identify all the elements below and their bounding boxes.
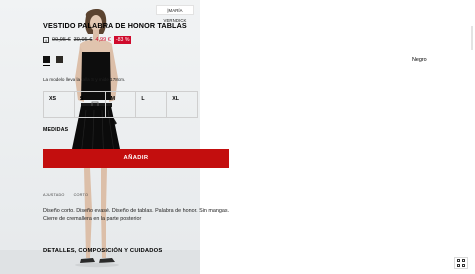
measures-link[interactable]: MEDIDAS [43,127,68,133]
grid-view-icon[interactable] [454,257,468,269]
color-swatch-black[interactable] [43,56,50,63]
old-price: 99,95 € [52,36,71,43]
brand-tag[interactable]: |MARÍA VERNDICK [156,5,194,23]
grid-cell [457,263,461,267]
discount-badge: -83 % [113,35,132,44]
size-option-m[interactable]: M [106,92,137,117]
fit-attribute: AJUSTADO [43,193,65,197]
details-section-toggle[interactable]: DETALLES, COMPOSICIÓN Y CUIDADOS [43,248,162,254]
color-swatches [43,56,63,63]
previous-price: 39,95 € [73,36,93,43]
add-to-cart-button[interactable]: AÑADIR [43,149,229,168]
size-option-xl[interactable]: XL [167,92,197,117]
grid-cell [461,259,465,263]
scrollbar[interactable] [471,26,473,50]
product-attributes: AJUSTADO CORTO [43,193,88,197]
price-row: i 99,95 € 39,95 € 4,99 € -83 % [43,35,132,44]
size-option-l[interactable]: L [136,92,168,117]
product-info-panel [200,0,475,274]
grid-cell [461,263,465,267]
model-size-note: La modelo lleva la talla S y mide 178cm. [43,77,126,82]
product-description: Diseño corto. Diseño evasé. Diseño de ta… [43,208,230,222]
size-option-xs[interactable]: XS [44,92,75,117]
size-option-s[interactable]: S [75,92,106,117]
length-attribute: CORTO [73,193,89,197]
selected-color-name: Negro [412,57,427,63]
grid-cell [457,259,461,263]
product-title: VESTIDO PALABRA DE HONOR TABLAS [43,21,187,30]
info-icon[interactable]: i [43,36,49,43]
current-price: 4,99 € [95,36,111,43]
color-swatch-dark[interactable] [56,56,63,63]
selected-swatch-indicator [43,65,50,66]
size-selector: XS S M L XL [43,91,198,118]
